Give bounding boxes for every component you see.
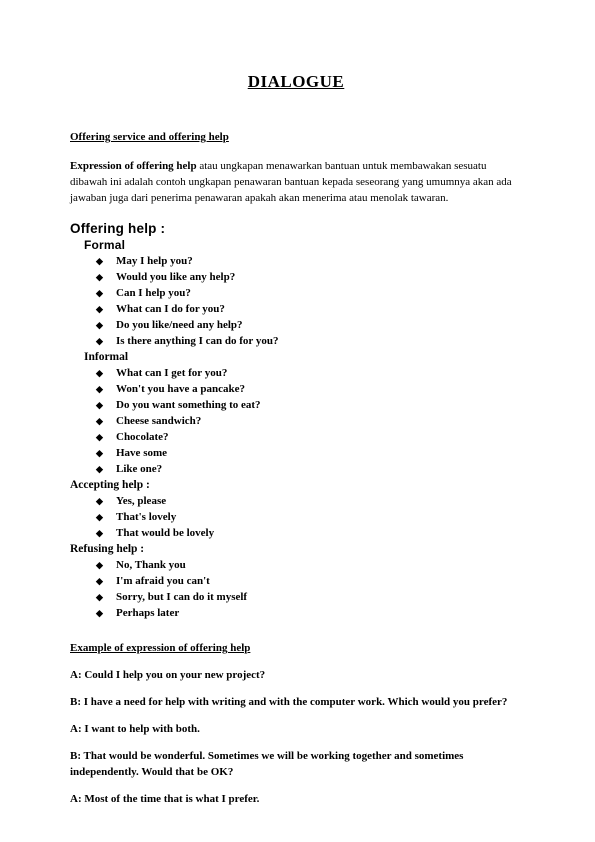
- list-item-label: Do you want something to eat?: [116, 399, 261, 411]
- page-title: DIALOGUE: [247, 72, 345, 91]
- list-item-label: What can I get for you?: [116, 367, 228, 379]
- bullet-icon: ◆: [96, 368, 103, 378]
- list-item-label: Won't you have a pancake?: [116, 383, 245, 395]
- list-item: ◆ Do you like/need any help?: [70, 317, 522, 333]
- dialogue-line: A: I want to help with both.: [70, 723, 200, 735]
- heading-example-expression: Example of expression of offering help: [70, 642, 251, 654]
- dialogue-line: B: I have a need for help with writing a…: [70, 696, 508, 708]
- list-item: ◆ Won't you have a pancake?: [70, 381, 522, 397]
- dialogue-line: B: That would be wonderful. Sometimes we…: [70, 750, 464, 778]
- list-refusing-help: ◆ No, Thank you ◆ I'm afraid you can't ◆ So…: [70, 557, 522, 621]
- list-item: ◆ Chocolate?: [70, 429, 522, 445]
- bullet-icon: ◆: [96, 576, 103, 586]
- bullet-icon: ◆: [96, 336, 103, 346]
- bullet-icon: ◆: [96, 400, 103, 410]
- section-heading-offering-service: Offering service and offering help: [70, 131, 229, 143]
- subheading-informal: Informal: [84, 351, 129, 363]
- list-item: ◆ That's lovely: [70, 509, 522, 525]
- list-item: ◆ What can I get for you?: [70, 365, 522, 381]
- list-item-label: That's lovely: [116, 511, 177, 523]
- list-item: ◆ May I help you?: [70, 253, 522, 269]
- heading-offering-help: Offering help :: [70, 221, 166, 236]
- list-item-label: I'm afraid you can't: [116, 575, 210, 587]
- list-item-label: Do you like/need any help?: [116, 319, 243, 331]
- bullet-icon: ◆: [96, 304, 103, 314]
- list-item-label: Like one?: [116, 463, 163, 475]
- list-item-label: Can I help you?: [116, 287, 191, 299]
- list-item-label: Perhaps later: [116, 607, 180, 619]
- list-item-label: Have some: [116, 447, 168, 459]
- intro-paragraph: Expression of offering help atau ungkapa…: [70, 158, 522, 206]
- list-item: ◆ Sorry, but I can do it myself: [70, 589, 522, 605]
- list-item-label: Would you like any help?: [116, 271, 236, 283]
- list-item: ◆ Do you want something to eat?: [70, 397, 522, 413]
- bullet-icon: ◆: [96, 432, 103, 442]
- bullet-icon: ◆: [96, 384, 103, 394]
- heading-refusing-help: Refusing help :: [70, 543, 145, 555]
- list-item-label: What can I do for you?: [116, 303, 225, 315]
- list-item: ◆ Like one?: [70, 461, 522, 477]
- list-item: ◆ Is there anything I can do for you?: [70, 333, 522, 349]
- dialogue-line: A: Could I help you on your new project?: [70, 669, 266, 681]
- document-body: DIALOGUE Offering service and offering h…: [70, 0, 522, 807]
- list-item-label: May I help you?: [116, 255, 193, 267]
- list-formal-offering: ◆ May I help you? ◆ Would you like any hel…: [70, 253, 522, 349]
- list-item-label: Is there anything I can do for you?: [116, 335, 279, 347]
- list-item: ◆ Yes, please: [70, 493, 522, 509]
- list-item-label: Chocolate?: [116, 431, 169, 443]
- bullet-icon: ◆: [96, 560, 103, 570]
- list-item-label: Cheese sandwich?: [116, 415, 202, 427]
- bullet-icon: ◆: [96, 288, 103, 298]
- list-item-label: Sorry, but I can do it myself: [116, 591, 248, 603]
- bullet-icon: ◆: [96, 608, 103, 618]
- list-item: ◆ Can I help you?: [70, 285, 522, 301]
- heading-accepting-help: Accepting help :: [70, 479, 150, 491]
- bullet-icon: ◆: [96, 464, 103, 474]
- intro-lead-phrase: Expression of offering help: [70, 160, 197, 172]
- list-item-label: That would be lovely: [116, 527, 215, 539]
- list-item: ◆ I'm afraid you can't: [70, 573, 522, 589]
- bullet-icon: ◆: [96, 528, 103, 538]
- dialogue-line: A: Most of the time that is what I prefe…: [70, 793, 260, 805]
- bullet-icon: ◆: [96, 320, 103, 330]
- list-accepting-help: ◆ Yes, please ◆ That's lovely ◆ That would …: [70, 493, 522, 541]
- bullet-icon: ◆: [96, 256, 103, 266]
- bullet-icon: ◆: [96, 448, 103, 458]
- list-item-label: No, Thank you: [116, 559, 186, 571]
- document-page: DIALOGUE Offering service and offering h…: [0, 0, 595, 842]
- list-item: ◆ Would you like any help?: [70, 269, 522, 285]
- list-item: ◆ Cheese sandwich?: [70, 413, 522, 429]
- bullet-icon: ◆: [96, 272, 103, 282]
- list-informal-offering: ◆ What can I get for you? ◆ Won't you have…: [70, 365, 522, 477]
- list-item: ◆ No, Thank you: [70, 557, 522, 573]
- list-item: ◆ What can I do for you?: [70, 301, 522, 317]
- list-item: ◆ Have some: [70, 445, 522, 461]
- bullet-icon: ◆: [96, 496, 103, 506]
- subheading-formal: Formal: [84, 238, 126, 252]
- bullet-icon: ◆: [96, 512, 103, 522]
- list-item: ◆ That would be lovely: [70, 525, 522, 541]
- list-item: ◆ Perhaps later: [70, 605, 522, 621]
- bullet-icon: ◆: [96, 592, 103, 602]
- bullet-icon: ◆: [96, 416, 103, 426]
- list-item-label: Yes, please: [116, 495, 167, 507]
